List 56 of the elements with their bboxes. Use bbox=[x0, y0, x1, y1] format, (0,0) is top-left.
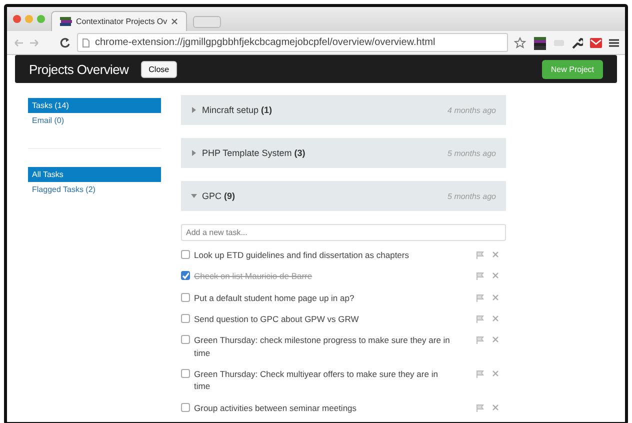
task-text: Green Thursday: Check multiyear offers to make sure they are in time bbox=[194, 368, 439, 392]
task-text: Group activities between seminar meetings bbox=[194, 402, 358, 414]
checkbox[interactable] bbox=[181, 271, 190, 280]
flag-icon[interactable] bbox=[476, 272, 484, 280]
task-text: Look up ETD guidelines and find dissertation as chapters bbox=[194, 249, 410, 262]
checkbox[interactable] bbox=[181, 314, 190, 323]
task-text: Put a default student home page up in ap? bbox=[194, 292, 356, 304]
flag-icon[interactable] bbox=[476, 294, 484, 302]
checkbox[interactable] bbox=[181, 335, 190, 344]
checkbox[interactable] bbox=[181, 292, 190, 302]
delete-icon[interactable] bbox=[492, 336, 499, 344]
checkbox[interactable] bbox=[181, 402, 190, 412]
delete-icon[interactable] bbox=[492, 404, 499, 410]
wrench-icon[interactable] bbox=[571, 36, 583, 48]
sidebar-item[interactable]: All Tasks bbox=[28, 167, 161, 182]
flag-icon[interactable] bbox=[476, 336, 484, 344]
close-icon[interactable] bbox=[171, 18, 178, 25]
close-button[interactable]: Close bbox=[140, 60, 178, 78]
delete-icon[interactable] bbox=[492, 370, 499, 377]
checkbox[interactable] bbox=[181, 250, 190, 259]
caret-right-icon bbox=[191, 107, 197, 113]
page-icon bbox=[82, 38, 90, 48]
caret-down-icon bbox=[191, 193, 197, 199]
stack-icon bbox=[60, 17, 72, 26]
flag-icon[interactable] bbox=[476, 314, 484, 323]
delete-icon[interactable] bbox=[492, 314, 499, 322]
project-header[interactable]: Mincraft setup (1) 4 months ago bbox=[181, 95, 506, 125]
mail-icon[interactable] bbox=[590, 38, 602, 48]
flag-icon[interactable] bbox=[476, 370, 484, 378]
new-task-field[interactable]: Add a new task... bbox=[181, 224, 506, 241]
sidebar-item[interactable]: Flagged Tasks (2) bbox=[28, 182, 161, 197]
new-tab-button[interactable] bbox=[193, 16, 222, 28]
checkbox[interactable] bbox=[181, 368, 190, 378]
project-header[interactable]: GPC (9) 5 months ago bbox=[181, 181, 506, 211]
project-header[interactable]: PHP Template System (3) 5 months ago bbox=[181, 138, 506, 168]
address-field[interactable]: chrome-extension://jgmillgpgbbhfjekcbcagmejobcpfel/overview/overview.html bbox=[77, 33, 508, 52]
delete-icon[interactable] bbox=[492, 251, 499, 258]
flag-icon[interactable] bbox=[476, 404, 484, 412]
zoom-light-icon[interactable] bbox=[37, 15, 45, 23]
delete-icon[interactable] bbox=[492, 272, 499, 280]
task-text: Send question to GPC about GPW vs GRW bbox=[194, 312, 360, 326]
star-icon[interactable] bbox=[514, 36, 526, 48]
close-light-icon[interactable] bbox=[13, 15, 21, 23]
sidebar-item[interactable]: Tasks (14) bbox=[28, 98, 161, 113]
flag-icon[interactable] bbox=[476, 251, 484, 259]
caret-right-icon bbox=[191, 150, 197, 156]
task-text: Check on list Mauricio de Barre bbox=[194, 270, 314, 283]
browser-tab[interactable]: Contextinator Projects Ov bbox=[51, 11, 188, 31]
task-text: Green Thursday: check milestone progress to make sure they are in time bbox=[194, 334, 451, 359]
menu-icon[interactable] bbox=[609, 38, 619, 48]
reload-icon[interactable] bbox=[59, 36, 71, 48]
page-title: Projects Overview bbox=[29, 62, 129, 76]
minimize-light-icon[interactable] bbox=[25, 15, 33, 23]
stack-icon[interactable] bbox=[533, 36, 547, 50]
sidebar-item[interactable]: Email (0) bbox=[28, 113, 161, 128]
delete-icon[interactable] bbox=[492, 294, 499, 301]
